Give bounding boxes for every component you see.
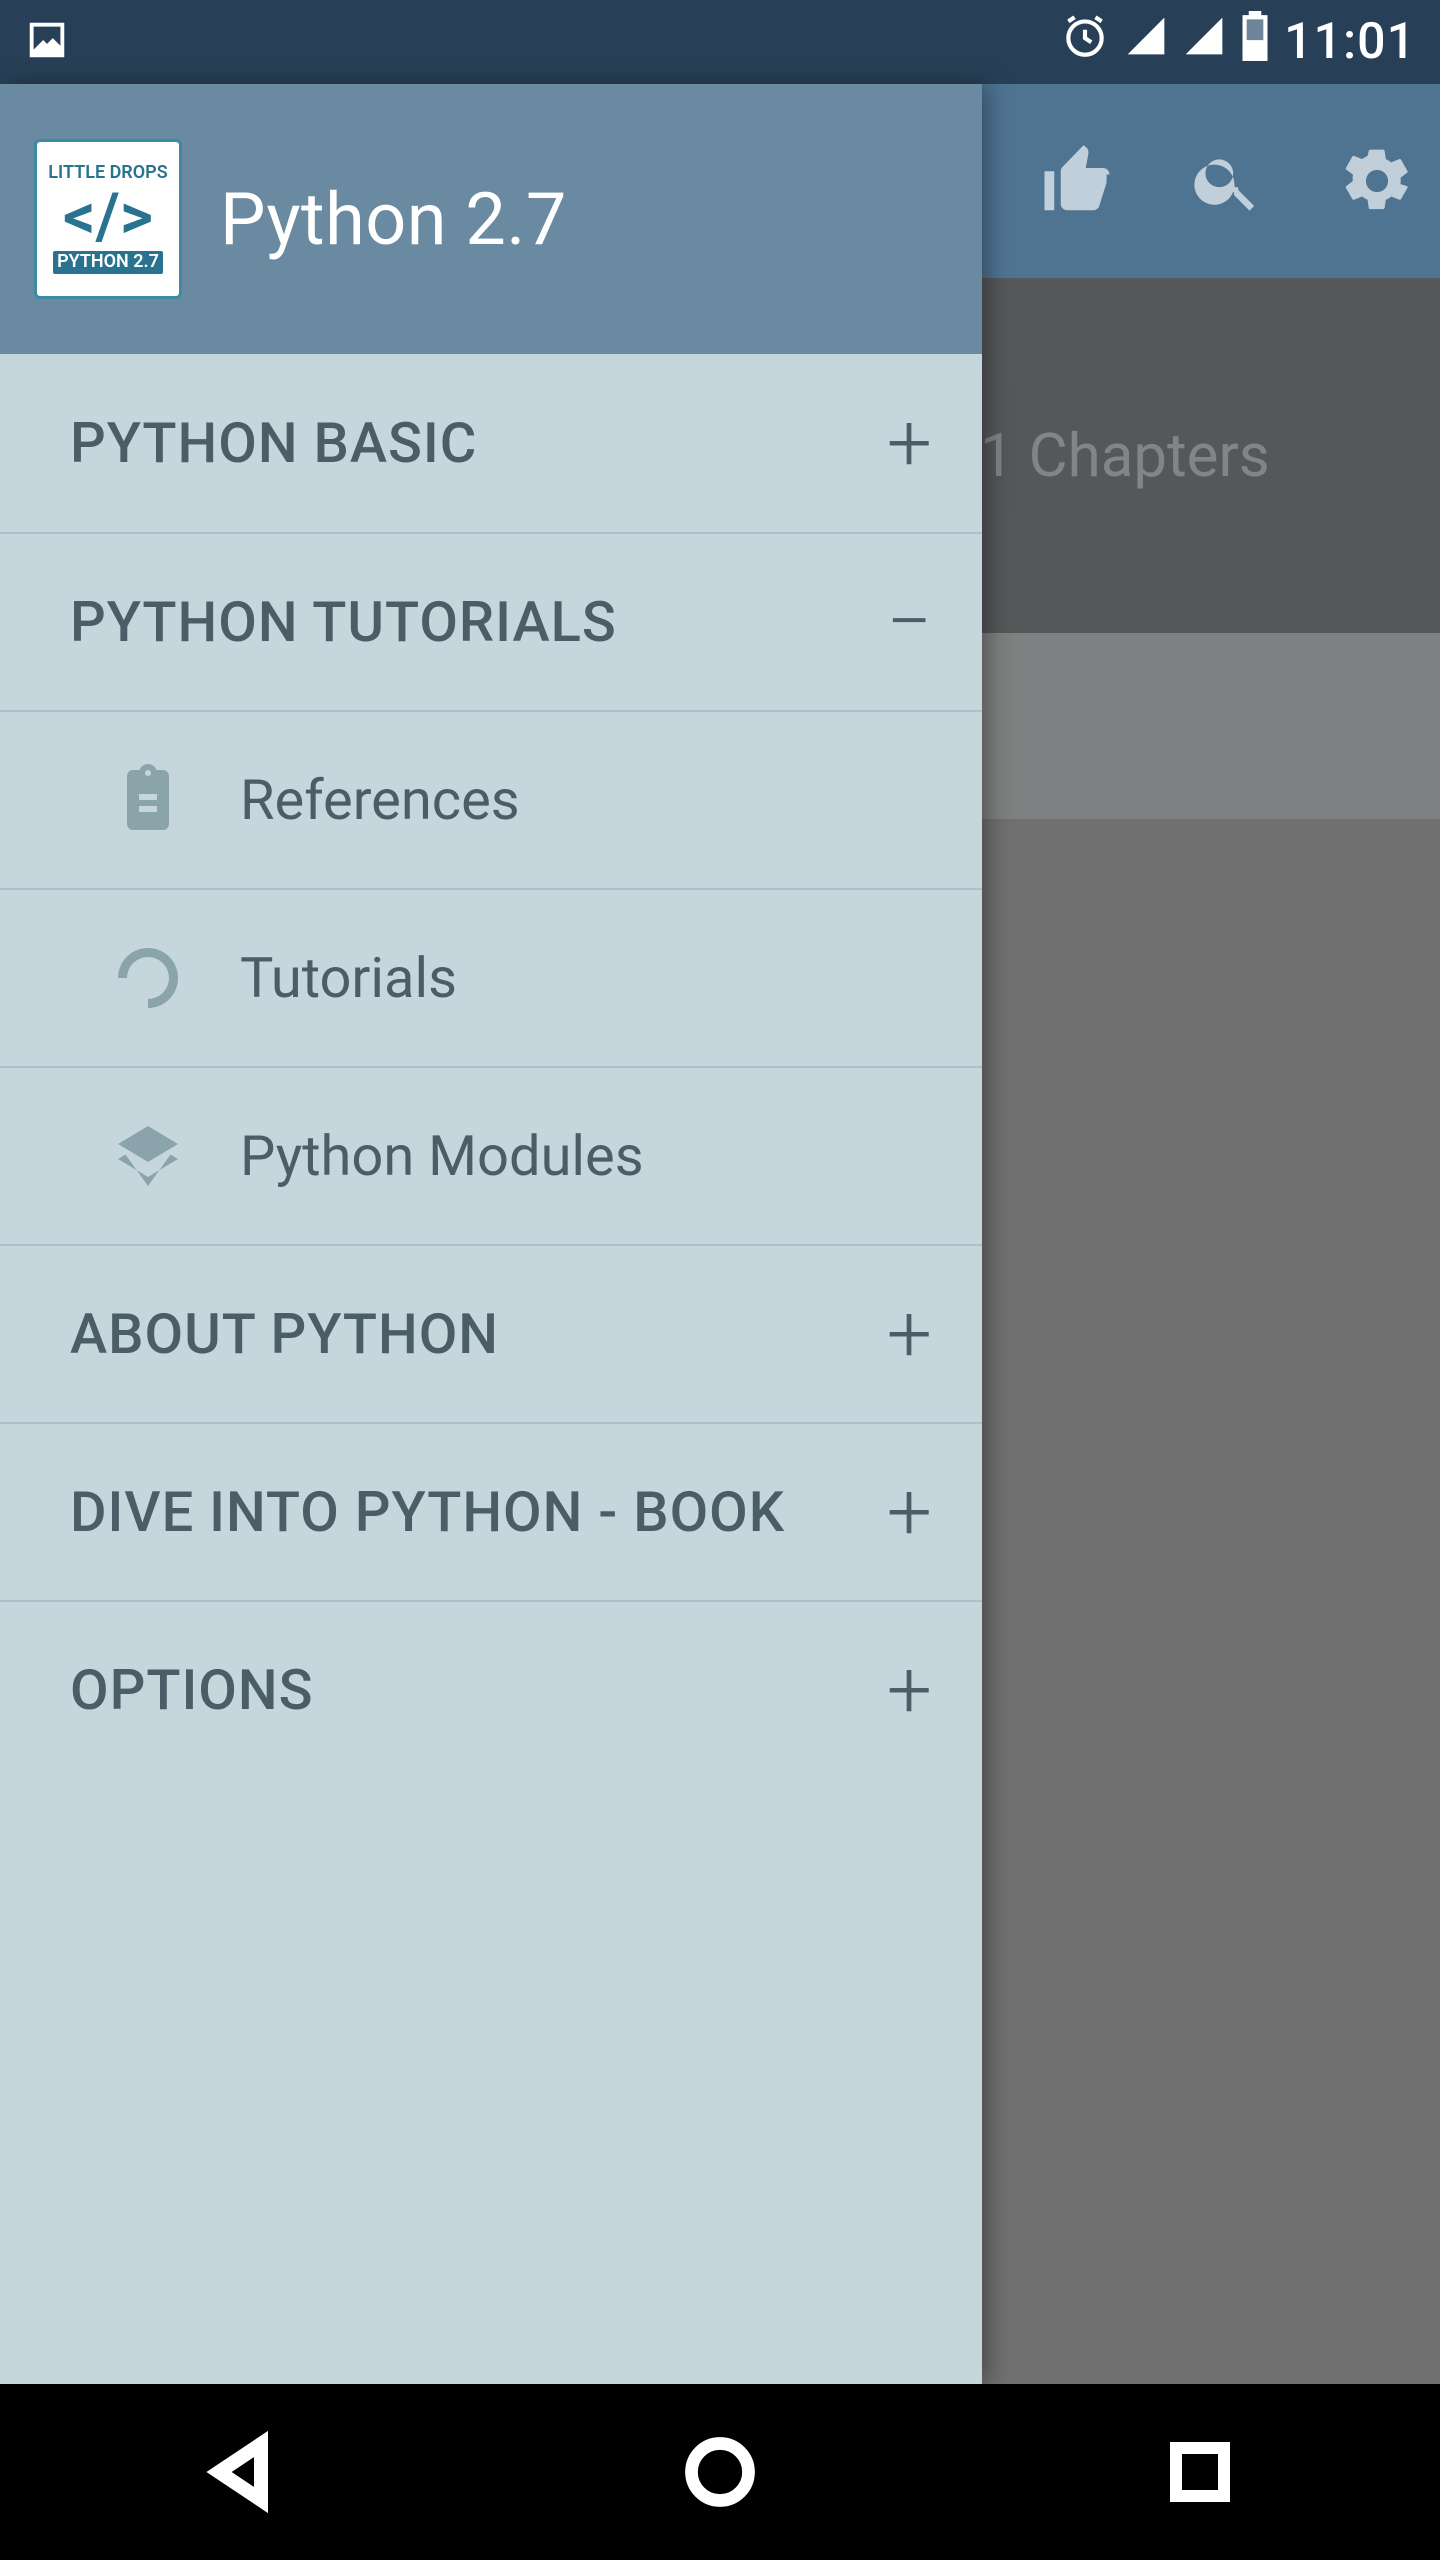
drawer-item-python-tutorials[interactable]: PYTHON TUTORIALS − xyxy=(0,532,982,710)
sub-item-label: Tutorials xyxy=(240,945,457,1011)
settings-button[interactable] xyxy=(1336,140,1418,222)
expand-icon: + xyxy=(887,1465,932,1559)
device-frame: 11:01 1 Chapters LITTLE DROPS </> PYTHON… xyxy=(0,0,1440,2560)
status-left-group xyxy=(24,17,70,67)
status-clock: 11:01 xyxy=(1284,13,1416,71)
signal-1-icon xyxy=(1124,13,1168,71)
tutorials-sub-list: References Tutorials Python Modules xyxy=(0,710,982,1244)
battery-icon xyxy=(1240,11,1270,74)
alarm-icon xyxy=(1060,11,1110,74)
drawer-item-label: OPTIONS xyxy=(70,1657,314,1723)
drawer-item-label: DIVE INTO PYTHON - BOOK xyxy=(70,1479,785,1545)
app-logo: LITTLE DROPS </> PYTHON 2.7 xyxy=(34,139,182,299)
drawer-item-label: PYTHON BASIC xyxy=(70,410,477,476)
spinner-icon xyxy=(108,938,188,1018)
recents-button[interactable] xyxy=(1140,2412,1260,2532)
expand-icon: + xyxy=(887,1287,932,1381)
drawer-item-label: ABOUT PYTHON xyxy=(70,1301,499,1367)
drawer-title: Python 2.7 xyxy=(220,177,567,262)
sub-item-label: Python Modules xyxy=(240,1123,644,1189)
navigation-drawer: LITTLE DROPS </> PYTHON 2.7 Python 2.7 P… xyxy=(0,84,982,2384)
expand-icon: + xyxy=(887,396,932,490)
drawer-item-about-python[interactable]: ABOUT PYTHON + xyxy=(0,1244,982,1422)
back-button[interactable] xyxy=(180,2412,300,2532)
like-button[interactable] xyxy=(1036,140,1118,222)
drawer-item-label: PYTHON TUTORIALS xyxy=(70,589,617,655)
sub-item-tutorials[interactable]: Tutorials xyxy=(0,888,982,1066)
sub-item-python-modules[interactable]: Python Modules xyxy=(0,1066,982,1244)
home-button[interactable] xyxy=(660,2412,780,2532)
status-right-group: 11:01 xyxy=(1060,11,1416,74)
logo-glyph: </> xyxy=(63,185,153,249)
sub-item-references[interactable]: References xyxy=(0,710,982,888)
drawer-item-options[interactable]: OPTIONS + xyxy=(0,1600,982,1778)
search-button[interactable] xyxy=(1186,140,1268,222)
status-bar: 11:01 xyxy=(0,0,1440,84)
logo-line-3: PYTHON 2.7 xyxy=(53,251,163,274)
layers-icon xyxy=(108,1116,188,1196)
drawer-item-dive-into-python[interactable]: DIVE INTO PYTHON - BOOK + xyxy=(0,1422,982,1600)
sub-item-label: References xyxy=(240,767,520,833)
drawer-list: PYTHON BASIC + PYTHON TUTORIALS − Refere… xyxy=(0,354,982,2384)
signal-2-icon xyxy=(1182,13,1226,71)
screenshot-icon xyxy=(24,17,70,67)
drawer-header: LITTLE DROPS </> PYTHON 2.7 Python 2.7 xyxy=(0,84,982,354)
expand-icon: + xyxy=(887,1643,932,1737)
drawer-item-python-basic[interactable]: PYTHON BASIC + xyxy=(0,354,982,532)
system-navbar xyxy=(0,2384,1440,2560)
collapse-icon: − xyxy=(886,575,932,669)
clipboard-icon xyxy=(108,760,188,840)
